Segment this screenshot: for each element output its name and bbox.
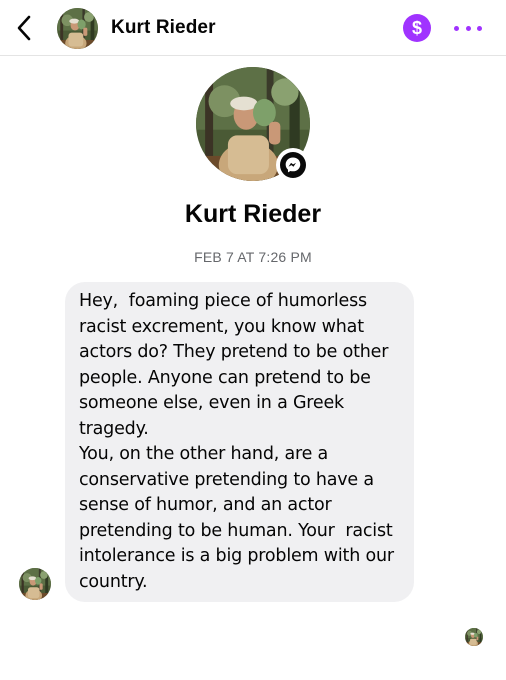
chevron-left-icon: [17, 15, 31, 41]
dollar-icon: $: [411, 17, 422, 38]
contact-name[interactable]: Kurt Rieder: [111, 17, 216, 39]
messenger-badge: [276, 148, 310, 182]
more-options-button[interactable]: [454, 18, 482, 38]
profile-name: Kurt Rieder: [184, 200, 322, 228]
message-timestamp: FEB 7 AT 7:26 PM: [194, 249, 312, 265]
back-button[interactable]: [10, 12, 38, 44]
more-dot: [477, 25, 482, 31]
sender-avatar[interactable]: [19, 568, 51, 600]
messenger-icon: [285, 157, 301, 173]
pay-button[interactable]: $: [403, 14, 431, 42]
message-bubble[interactable]: Hey, foaming piece of humorless racist e…: [65, 282, 414, 602]
more-dot: [454, 25, 459, 31]
more-dot: [465, 25, 471, 31]
message-text: Hey, foaming piece of humorless racist e…: [79, 291, 394, 592]
read-receipt-avatar: [465, 628, 483, 646]
contact-avatar[interactable]: [57, 8, 98, 49]
conversation-header: Kurt Rieder $: [0, 0, 506, 56]
